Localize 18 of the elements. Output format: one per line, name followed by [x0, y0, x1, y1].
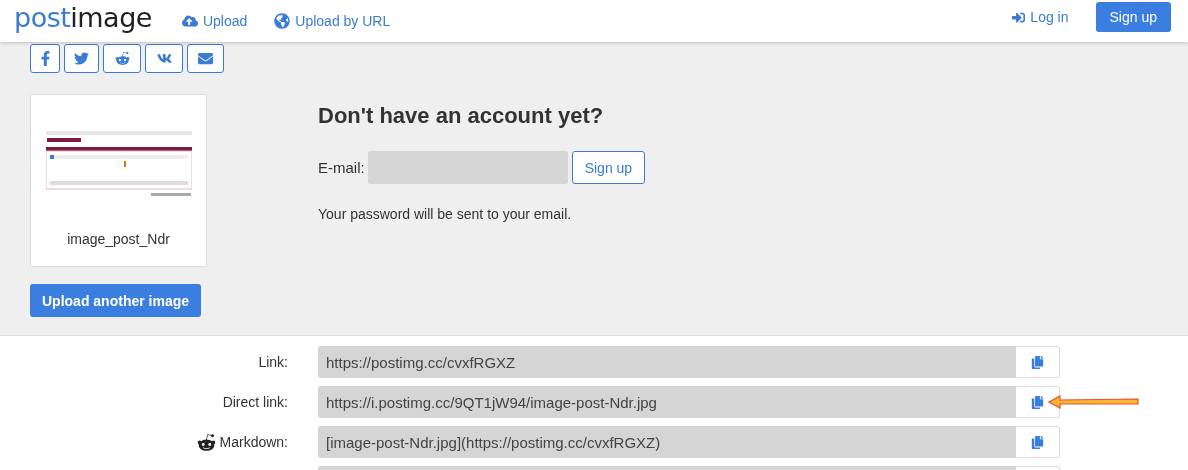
login-link[interactable]: Log in	[1012, 9, 1069, 25]
link-label: Markdown:	[219, 434, 288, 450]
image-caption: image_post_Ndr	[67, 231, 170, 247]
link-field[interactable]: [image-post-Ndr.jpg](https://postimg.cc/cvxfRGXZ)	[318, 426, 1016, 458]
link-field[interactable]: https://postimg.cc/cvxfRGXZ	[318, 346, 1016, 378]
account-heading: Don't have an account yet?	[318, 103, 605, 129]
link-label: Link:	[258, 354, 288, 370]
logo[interactable]: postimage	[14, 1, 152, 33]
upload-another-button[interactable]: Upload another image	[30, 284, 202, 317]
nav-link[interactable]: Upload by URL	[274, 13, 391, 29]
password-note: Your password will be sent to your email.	[318, 206, 573, 222]
link-label: Direct link:	[222, 394, 288, 410]
link-field[interactable]: https://i.postimg.cc/9QT1jW94/image-post-Ndr.jpg	[318, 386, 1016, 418]
email-label: E-mail:	[318, 159, 365, 176]
signup-button[interactable]: Sign up	[571, 151, 646, 184]
signup-button[interactable]: Sign up	[1095, 2, 1171, 32]
thumbnail-card[interactable]: image_post_Ndr	[30, 94, 207, 267]
nav-link[interactable]: Upload	[181, 13, 248, 29]
